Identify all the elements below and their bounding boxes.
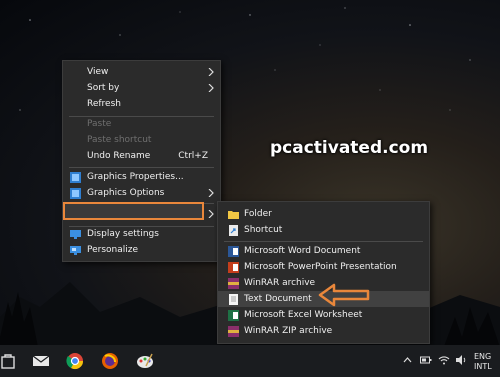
chevron-right-icon <box>208 84 214 92</box>
menu-item-label: Paste <box>87 119 112 129</box>
shortcut-icon <box>229 225 238 236</box>
display-icon <box>70 230 81 239</box>
desktop-context-menu: View Sort by Refresh Paste Paste shortcu… <box>62 60 221 262</box>
menu-item-label: Refresh <box>87 99 121 109</box>
chevron-right-icon <box>208 210 214 218</box>
menu-item-label: Graphics Properties... <box>87 172 184 182</box>
menu-item-refresh[interactable]: Refresh <box>63 96 220 112</box>
new-highlight-box <box>63 202 204 220</box>
watermark-text: pcactivated.com <box>270 138 429 158</box>
menu-item-label: Graphics Options <box>87 188 165 198</box>
menu-item-undo-rename[interactable]: Undo Rename Ctrl+Z <box>63 148 220 164</box>
submenu-item-folder[interactable]: Folder <box>218 206 429 222</box>
menu-item-label: Microsoft Excel Worksheet <box>244 310 363 320</box>
battery-icon[interactable] <box>420 355 432 365</box>
menu-item-label: Shortcut <box>244 225 283 235</box>
menu-item-label: Text Document <box>244 294 312 304</box>
taskbar: ENG INTL <box>0 345 500 377</box>
chrome-icon[interactable] <box>66 352 84 370</box>
language-indicator[interactable]: ENG INTL <box>474 352 492 372</box>
wifi-icon[interactable] <box>438 354 450 366</box>
submenu-item-winrar-zip[interactable]: WinRAR ZIP archive <box>218 323 429 339</box>
store-icon[interactable] <box>0 352 18 370</box>
menu-item-label: Folder <box>244 209 272 219</box>
word-icon <box>228 246 239 257</box>
personalize-icon <box>70 246 81 255</box>
menu-item-label: Display settings <box>87 229 159 239</box>
annotation-arrow-icon <box>318 283 370 307</box>
menu-item-graphics-options[interactable]: Graphics Options <box>63 185 220 201</box>
intel-graphics-icon <box>70 172 81 183</box>
submenu-item-powerpoint[interactable]: Microsoft PowerPoint Presentation <box>218 259 429 275</box>
menu-item-graphics-properties[interactable]: Graphics Properties... <box>63 169 220 185</box>
excel-icon <box>228 310 239 321</box>
chevron-up-icon[interactable] <box>403 356 412 365</box>
volume-icon[interactable] <box>455 354 467 366</box>
submenu-item-word[interactable]: Microsoft Word Document <box>218 243 429 259</box>
menu-item-display-settings[interactable]: Display settings <box>63 226 220 242</box>
language-code: ENG <box>474 352 492 361</box>
shortcut-label: Ctrl+Z <box>178 151 208 161</box>
menu-item-label: WinRAR archive <box>244 278 316 288</box>
menu-item-personalize[interactable]: Personalize <box>63 242 220 258</box>
menu-item-sort-by[interactable]: Sort by <box>63 80 220 96</box>
submenu-item-excel[interactable]: Microsoft Excel Worksheet <box>218 307 429 323</box>
menu-item-label: Undo Rename <box>87 151 151 161</box>
menu-item-label: Paste shortcut <box>87 135 152 145</box>
text-document-icon <box>229 294 238 305</box>
winrar-zip-icon <box>228 326 239 337</box>
menu-item-label: View <box>87 67 109 77</box>
menu-separator <box>69 167 214 168</box>
firefox-icon[interactable] <box>101 352 119 370</box>
submenu-item-shortcut[interactable]: Shortcut <box>218 222 429 238</box>
folder-icon <box>228 211 239 219</box>
intel-graphics-icon <box>70 188 81 199</box>
chevron-right-icon <box>208 189 214 197</box>
menu-item-label: Microsoft Word Document <box>244 246 361 256</box>
winrar-icon <box>228 278 239 289</box>
language-layout: INTL <box>474 362 492 371</box>
menu-item-label: Sort by <box>87 83 120 93</box>
menu-item-view[interactable]: View <box>63 64 220 80</box>
paint-icon[interactable] <box>136 352 154 370</box>
menu-item-label: WinRAR ZIP archive <box>244 326 333 336</box>
new-submenu: Folder Shortcut Microsoft Word Document … <box>217 201 430 344</box>
menu-item-label: Microsoft PowerPoint Presentation <box>244 262 397 272</box>
menu-item-paste-shortcut: Paste shortcut <box>63 132 220 148</box>
menu-item-paste: Paste <box>63 116 220 132</box>
mail-icon[interactable] <box>32 352 50 370</box>
menu-separator <box>224 241 423 242</box>
powerpoint-icon <box>228 262 239 273</box>
menu-item-label: Personalize <box>87 245 139 255</box>
chevron-right-icon <box>208 68 214 76</box>
